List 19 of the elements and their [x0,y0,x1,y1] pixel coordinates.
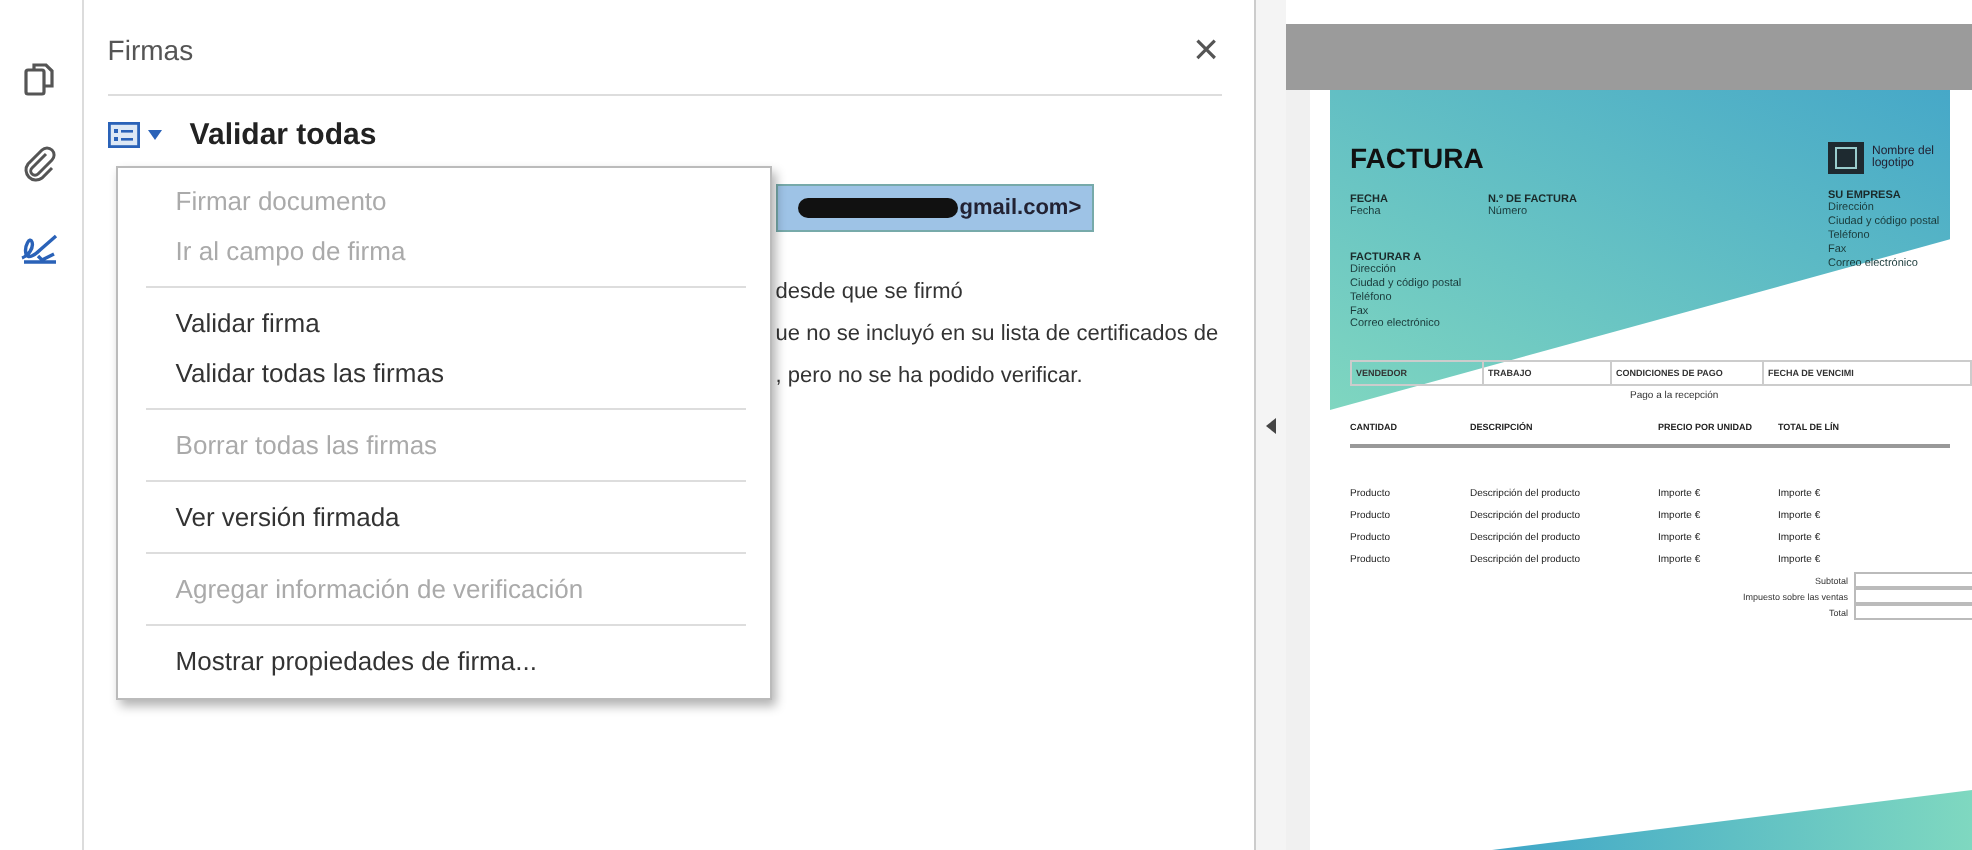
menu-item[interactable]: Validar todas las firmas [117,348,770,398]
menu-item[interactable]: Ver versión firmada [117,492,770,542]
signature-detail-text: ue no se incluyó en su lista de certificados de [775,322,1221,346]
menu-item[interactable]: Mostrar propiedades de firma... [117,636,770,686]
caret-icon[interactable] [147,129,162,139]
collapse-arrow-icon[interactable] [1266,417,1277,433]
validate-all-button[interactable]: Validar todas [189,117,377,151]
signature-detail-text: desde que se firmó [775,280,965,304]
close-button[interactable]: × [1189,27,1223,71]
signer-email[interactable]: gmail.com> [775,184,1094,232]
signature-detail-text: , pero no se ha podido verificar. [775,364,1085,388]
logo-icon [1828,142,1864,174]
list-options-icon[interactable] [107,121,140,147]
menu-item[interactable]: Validar firma [117,298,770,348]
panel-title: Firmas [107,33,194,65]
invoice-title: FACTURA [1350,142,1486,174]
total-field [1854,604,1972,621]
total-field [1854,588,1972,605]
total-field [1854,572,1972,589]
